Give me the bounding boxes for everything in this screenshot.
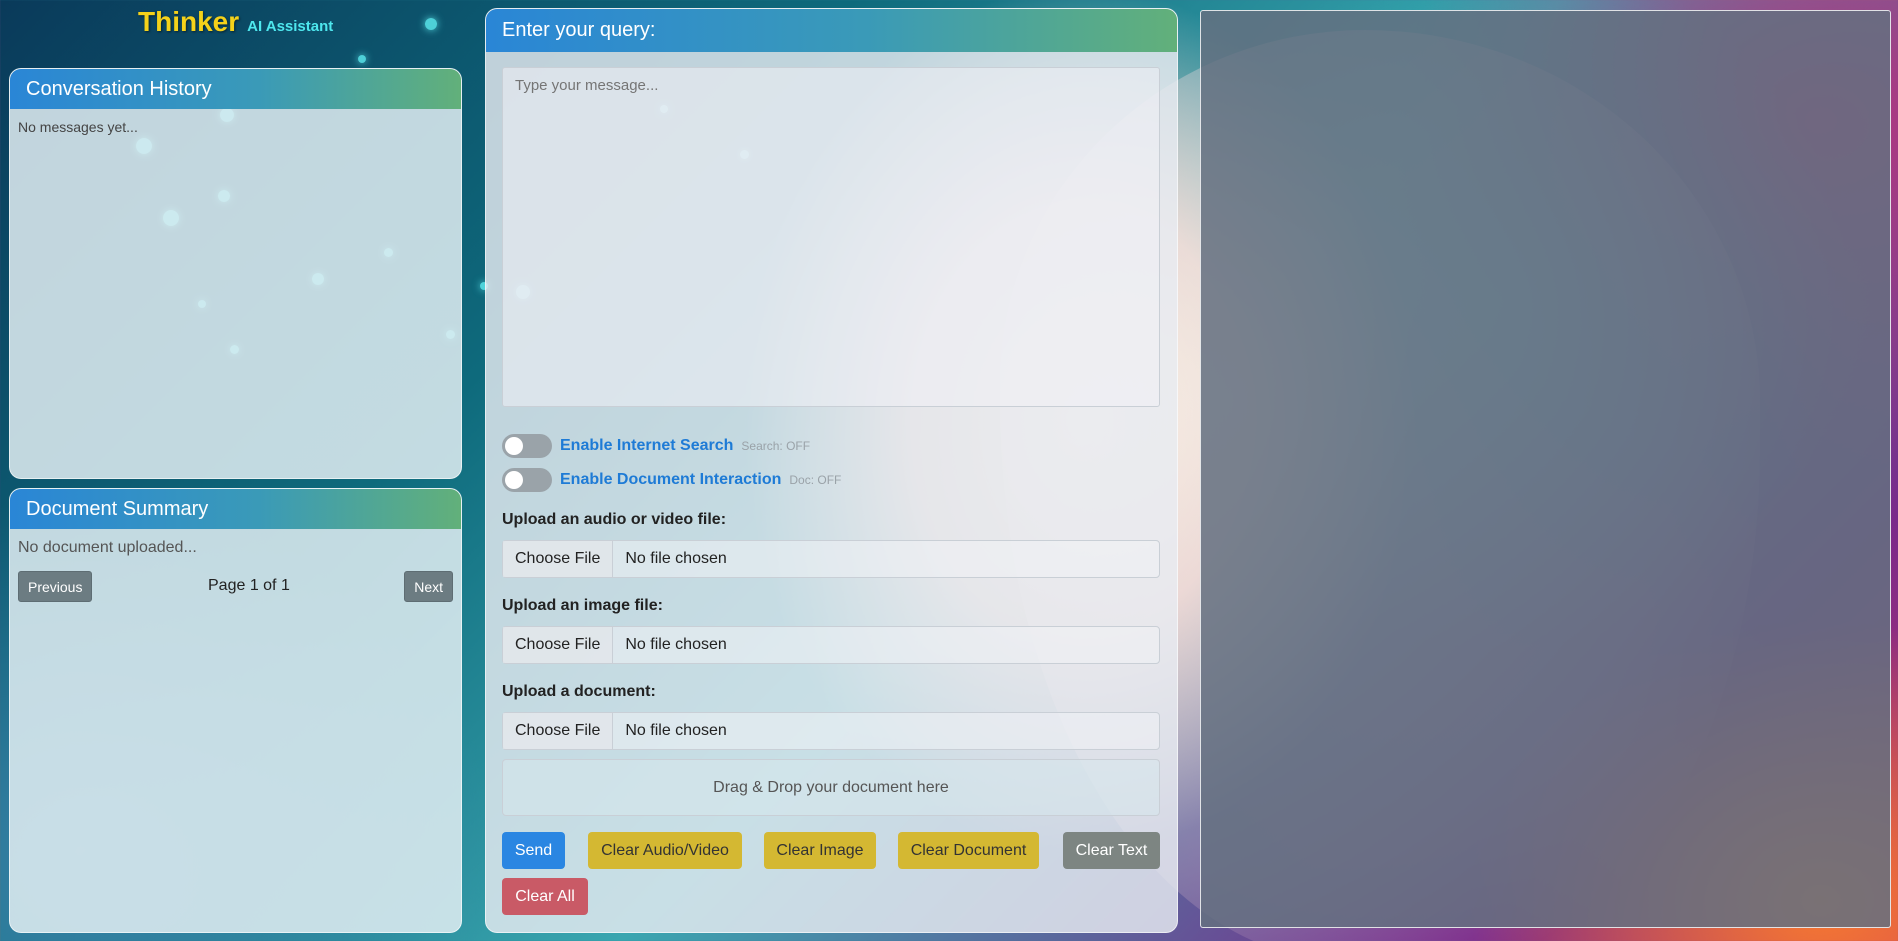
previous-page-button[interactable]: Previous bbox=[18, 571, 93, 602]
document-interaction-switch[interactable] bbox=[502, 468, 552, 492]
send-button[interactable]: Send bbox=[502, 832, 565, 869]
audio-video-upload-label: Upload an audio or video file: bbox=[502, 511, 727, 528]
query-panel: Enter your query: Type your message... E… bbox=[485, 8, 1178, 933]
document-pager: Previous Page 1 of 1 Next bbox=[10, 571, 461, 605]
clear-image-button[interactable]: Clear Image bbox=[764, 832, 876, 869]
document-interaction-status: Doc: OFF bbox=[789, 473, 842, 487]
document-summary-title: Document Summary bbox=[10, 489, 461, 529]
internet-search-switch[interactable] bbox=[502, 434, 552, 458]
conversation-history-title: Conversation History bbox=[10, 69, 461, 109]
clear-text-button[interactable]: Clear Text bbox=[1063, 832, 1160, 869]
audio-video-file-input[interactable]: Choose File No file chosen bbox=[502, 540, 1160, 578]
query-title: Enter your query: bbox=[486, 9, 1177, 52]
response-output-panel bbox=[1200, 10, 1891, 928]
internet-search-status: Search: OFF bbox=[741, 439, 811, 453]
document-choose-file-button[interactable]: Choose File bbox=[503, 713, 614, 749]
app-subtitle: AI Assistant bbox=[247, 18, 334, 35]
document-upload-label: Upload a document: bbox=[502, 683, 656, 700]
network-node bbox=[425, 18, 437, 30]
conversation-history-panel: Conversation History No messages yet... bbox=[9, 68, 462, 479]
app-name: Thinker bbox=[138, 6, 240, 37]
document-file-input[interactable]: Choose File No file chosen bbox=[502, 712, 1160, 750]
audio-video-choose-file-button[interactable]: Choose File bbox=[503, 541, 614, 577]
app-brand: Thinker AI Assistant bbox=[138, 6, 333, 38]
clear-document-button[interactable]: Clear Document bbox=[898, 832, 1039, 869]
page-indicator: Page 1 of 1 bbox=[208, 577, 290, 594]
clear-audio-video-button[interactable]: Clear Audio/Video bbox=[588, 832, 742, 869]
image-file-name: No file chosen bbox=[625, 636, 727, 653]
document-summary-panel: Document Summary No document uploaded...… bbox=[9, 488, 462, 933]
document-interaction-toggle-row: Enable Document Interaction Doc: OFF bbox=[502, 468, 841, 492]
clear-all-button[interactable]: Clear All bbox=[502, 878, 588, 915]
conversation-empty-text: No messages yet... bbox=[18, 119, 138, 135]
network-node bbox=[358, 55, 366, 63]
internet-search-toggle-row: Enable Internet Search Search: OFF bbox=[502, 434, 810, 458]
internet-search-label: Enable Internet Search bbox=[560, 437, 734, 454]
image-upload-label: Upload an image file: bbox=[502, 597, 663, 614]
document-summary-empty-text: No document uploaded... bbox=[18, 539, 197, 556]
image-file-input[interactable]: Choose File No file chosen bbox=[502, 626, 1160, 664]
audio-video-file-name: No file chosen bbox=[625, 550, 727, 567]
image-choose-file-button[interactable]: Choose File bbox=[503, 627, 614, 663]
message-input[interactable]: Type your message... bbox=[502, 67, 1160, 407]
next-page-button[interactable]: Next bbox=[404, 571, 453, 602]
document-dropzone[interactable]: Drag & Drop your document here bbox=[502, 759, 1160, 816]
document-interaction-label: Enable Document Interaction bbox=[560, 471, 782, 488]
document-file-name: No file chosen bbox=[625, 722, 727, 739]
